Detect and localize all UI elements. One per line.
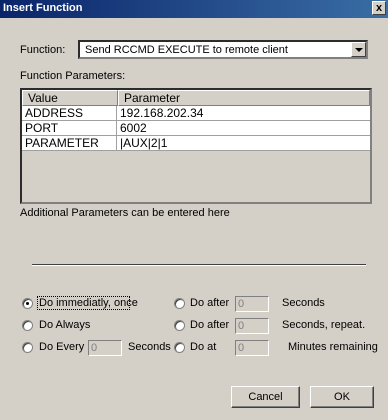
column-header-parameter[interactable]: Parameter [118,90,370,106]
insert-function-dialog: Insert Function x Function: Send RCCMD E… [0,0,388,420]
row-value-cell[interactable]: PARAMETER [22,136,117,150]
table-row[interactable]: PARAMETER |AUX|2|1 [22,136,370,151]
function-parameters-label: Function Parameters: [20,70,126,82]
radio-do-immediately[interactable] [22,298,33,309]
radio-do-after-repeat[interactable] [174,320,185,331]
radio-do-every[interactable] [22,342,33,353]
table-row[interactable]: ADDRESS 192.168.202.34 [22,106,370,121]
function-select[interactable]: Send RCCMD EXECUTE to remote client [78,40,368,59]
row-parameter-cell[interactable]: |AUX|2|1 [117,136,370,150]
do-every-input[interactable]: 0 [88,340,122,356]
do-after-seconds-unit: Seconds [282,297,325,309]
do-every-unit: Seconds [128,341,171,353]
do-immediately-label[interactable]: Do immediatly, once [39,297,138,309]
function-label: Function: [20,44,66,56]
parameters-grid: Value Parameter ADDRESS 192.168.202.34 P… [20,88,372,204]
radio-do-always[interactable] [22,320,33,331]
do-at-input[interactable]: 0 [235,340,269,356]
function-select-value: Send RCCMD EXECUTE to remote client [85,44,288,56]
divider [32,264,366,266]
do-always-label[interactable]: Do Always [39,319,90,331]
title-bar[interactable]: Insert Function x [0,0,388,18]
cancel-button[interactable]: Cancel [231,386,300,408]
additional-parameters-label: Additional Parameters can be entered her… [20,207,230,219]
table-row[interactable]: PORT 6002 [22,121,370,136]
radio-do-after-seconds[interactable] [174,298,185,309]
do-after-seconds-input[interactable]: 0 [235,296,269,312]
do-after-repeat-unit: Seconds, repeat. [282,319,366,331]
do-after-repeat-label[interactable]: Do after [190,319,229,331]
do-at-label[interactable]: Do at [190,341,216,353]
chevron-down-icon[interactable] [351,42,366,57]
radio-do-at[interactable] [174,342,185,353]
do-after-repeat-input[interactable]: 0 [235,318,269,334]
ok-button[interactable]: OK [310,386,374,408]
row-parameter-cell[interactable]: 192.168.202.34 [117,106,370,120]
row-value-cell[interactable]: PORT [22,121,117,135]
column-header-value[interactable]: Value [22,90,118,106]
do-every-label[interactable]: Do Every [39,341,84,353]
row-value-cell[interactable]: ADDRESS [22,106,117,120]
do-at-unit: Minutes remaining [288,341,378,353]
row-parameter-cell[interactable]: 6002 [117,121,370,135]
close-button[interactable]: x [372,1,386,15]
window-title: Insert Function [3,2,83,14]
do-after-label[interactable]: Do after [190,297,229,309]
